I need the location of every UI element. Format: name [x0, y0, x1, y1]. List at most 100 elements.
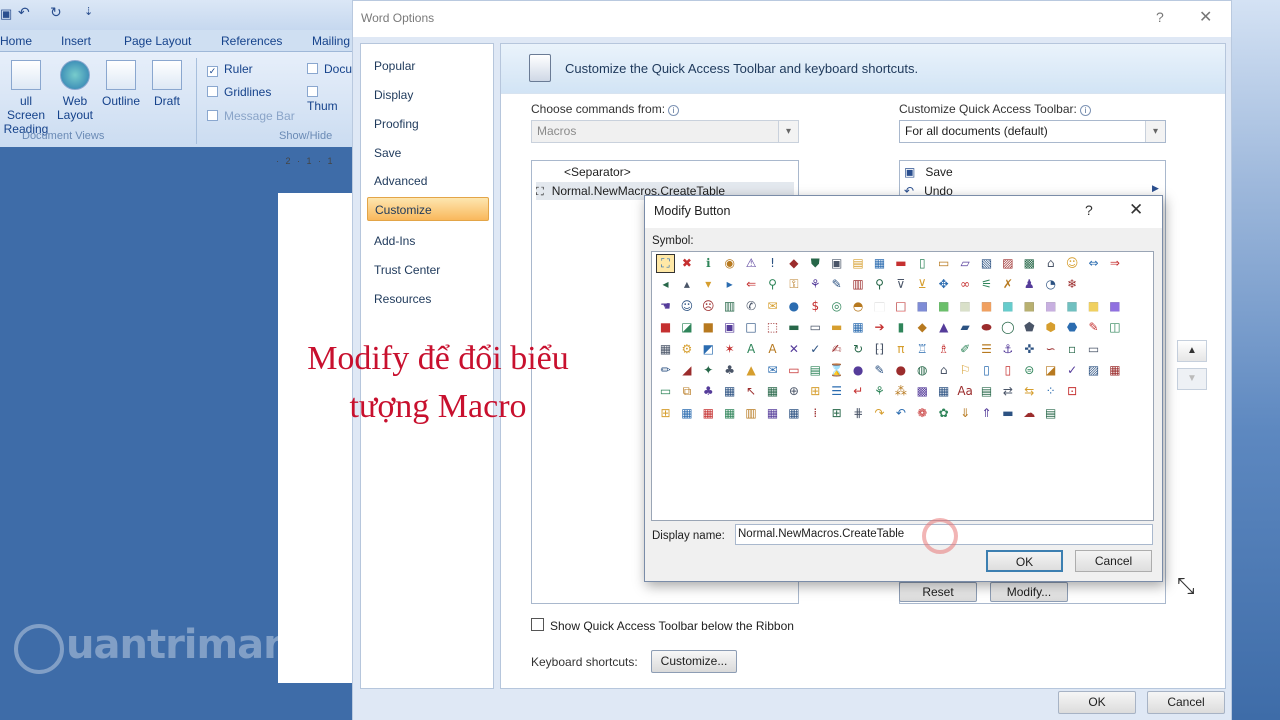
symbol-option[interactable]: ■ [998, 297, 1017, 316]
symbol-option[interactable]: ✕ [784, 340, 803, 359]
symbol-option[interactable]: ⚐ [956, 361, 975, 380]
symbol-option[interactable]: ✗ [998, 275, 1017, 294]
symbol-option[interactable]: ⚘ [806, 275, 825, 294]
symbol-option[interactable]: ◢ [677, 361, 696, 380]
close-icon[interactable]: ✕ [1129, 200, 1143, 220]
symbol-option[interactable]: □ [742, 318, 761, 337]
symbol-option[interactable]: ☹ [699, 297, 718, 316]
symbol-option[interactable]: ▥ [849, 275, 868, 294]
symbol-option[interactable]: ◉ [720, 254, 739, 273]
modify-button[interactable]: Modify... [990, 582, 1068, 602]
symbol-option[interactable]: ▦ [720, 382, 739, 401]
symbol-option[interactable]: ■ [977, 297, 996, 316]
symbol-option[interactable]: ◆ [784, 254, 803, 273]
symbol-option[interactable]: ▦ [870, 254, 889, 273]
symbol-option[interactable]: ⊞ [656, 404, 675, 423]
tab-page-layout[interactable]: Page Layout [124, 34, 191, 48]
symbol-option[interactable]: ▬ [891, 254, 910, 273]
symbol-option[interactable]: Aa [956, 382, 975, 401]
symbol-option[interactable]: ■ [1084, 297, 1103, 316]
symbol-option[interactable]: ⁘ [1041, 382, 1060, 401]
symbol-option[interactable]: ⬣ [1063, 318, 1082, 337]
nav-item-display[interactable]: Display [367, 83, 489, 107]
tab-home[interactable]: Home [0, 34, 32, 48]
thumbnails-checkbox[interactable]: Thum [307, 85, 352, 113]
symbol-option[interactable]: ↻ [849, 340, 868, 359]
symbol-option[interactable]: ● [891, 361, 910, 380]
symbol-option[interactable]: ▰ [956, 318, 975, 337]
symbol-option[interactable]: ∽ [1041, 340, 1060, 359]
symbol-option[interactable]: ▦ [934, 382, 953, 401]
symbol-option[interactable]: ↶ [891, 404, 910, 423]
symbol-option[interactable]: ♗ [934, 340, 953, 359]
symbol-option[interactable]: ■ [870, 297, 889, 316]
document-page[interactable] [278, 193, 352, 683]
symbol-option[interactable]: ▾ [699, 275, 718, 294]
symbol-option[interactable]: ● [784, 297, 803, 316]
symbol-option[interactable]: ⌂ [934, 361, 953, 380]
symbol-option[interactable]: ⛊ [806, 254, 825, 273]
symbol-option[interactable]: ▦ [763, 404, 782, 423]
symbol-option[interactable]: ♟ [1020, 275, 1039, 294]
symbol-option[interactable]: ■ [956, 297, 975, 316]
ok-button[interactable]: OK [986, 550, 1063, 572]
symbol-option[interactable]: ▯ [913, 254, 932, 273]
symbol-option[interactable]: ▣ [827, 254, 846, 273]
symbol-option[interactable]: ◪ [677, 318, 696, 337]
help-icon[interactable]: ? [1085, 202, 1093, 218]
list-item[interactable]: <Separator> [564, 163, 631, 181]
symbol-option[interactable]: ⚘ [870, 382, 889, 401]
symbol-option[interactable]: ▭ [1084, 340, 1103, 359]
symbol-option[interactable]: ⊡ [1063, 382, 1082, 401]
symbol-option[interactable]: ⊽ [891, 275, 910, 294]
symbol-option[interactable]: ⇒ [1105, 254, 1124, 273]
symbol-option[interactable]: ☺ [1063, 254, 1082, 273]
symbol-option[interactable]: ▦ [720, 404, 739, 423]
symbol-option[interactable]: ⇔ [1084, 254, 1103, 273]
symbol-option[interactable]: ◎ [827, 297, 846, 316]
symbol-option[interactable]: ⚙ [677, 340, 696, 359]
symbol-option[interactable]: ⁞ [806, 404, 825, 423]
outline-button[interactable]: Outline [98, 60, 144, 108]
symbol-option[interactable]: ⇓ [956, 404, 975, 423]
symbol-option[interactable]: ▲ [742, 361, 761, 380]
customize-qat-icon[interactable]: ⇣ [84, 5, 93, 18]
symbol-option[interactable]: ♣ [699, 382, 718, 401]
symbol-option[interactable]: ⊜ [1020, 361, 1039, 380]
symbol-option[interactable]: ☰ [827, 382, 846, 401]
symbol-option[interactable]: ℹ [699, 254, 718, 273]
undo-icon[interactable]: ↶ [18, 4, 30, 21]
symbol-option[interactable]: ▣ [720, 318, 739, 337]
symbol-option[interactable]: ▥ [742, 404, 761, 423]
symbol-option[interactable]: ▱ [956, 254, 975, 273]
symbol-option[interactable]: ✉ [763, 361, 782, 380]
redo-icon[interactable]: ↻ [50, 4, 62, 21]
symbol-option[interactable]: ⇆ [1020, 382, 1039, 401]
symbol-option[interactable]: ⊕ [784, 382, 803, 401]
symbol-option[interactable]: ⊻ [913, 275, 932, 294]
symbol-option[interactable]: ◯ [998, 318, 1017, 337]
nav-item-popular[interactable]: Popular [367, 54, 489, 78]
symbol-option[interactable]: ⚠ [742, 254, 761, 273]
list-item[interactable]: ▣ Save [904, 163, 953, 181]
symbol-option[interactable]: ⇑ [977, 404, 996, 423]
symbol-option[interactable]: ▩ [1020, 254, 1039, 273]
symbol-option[interactable]: ◫ [1105, 318, 1124, 337]
symbol-option[interactable]: $ [806, 297, 825, 316]
symbol-option[interactable]: ⬢ [1041, 318, 1060, 337]
document-map-checkbox[interactable]: Docu [307, 62, 352, 76]
gridlines-checkbox[interactable]: Gridlines [207, 85, 271, 99]
symbol-option[interactable]: ▸ [720, 275, 739, 294]
customize-qat-dropdown[interactable]: For all documents (default) ▾ [899, 120, 1166, 143]
symbol-option[interactable]: A [742, 340, 761, 359]
symbol-option[interactable]: ▩ [913, 382, 932, 401]
symbol-option[interactable]: ▯ [998, 361, 1017, 380]
symbol-option[interactable]: ■ [934, 297, 953, 316]
symbol-option[interactable]: ☚ [656, 297, 675, 316]
symbol-option[interactable]: ✍ [827, 340, 846, 359]
symbol-option[interactable]: ☺ [677, 297, 696, 316]
symbol-option[interactable]: ◍ [913, 361, 932, 380]
message-bar-checkbox[interactable]: Message Bar [207, 109, 295, 123]
symbol-option[interactable]: ● [849, 361, 868, 380]
tab-references[interactable]: References [221, 34, 282, 48]
